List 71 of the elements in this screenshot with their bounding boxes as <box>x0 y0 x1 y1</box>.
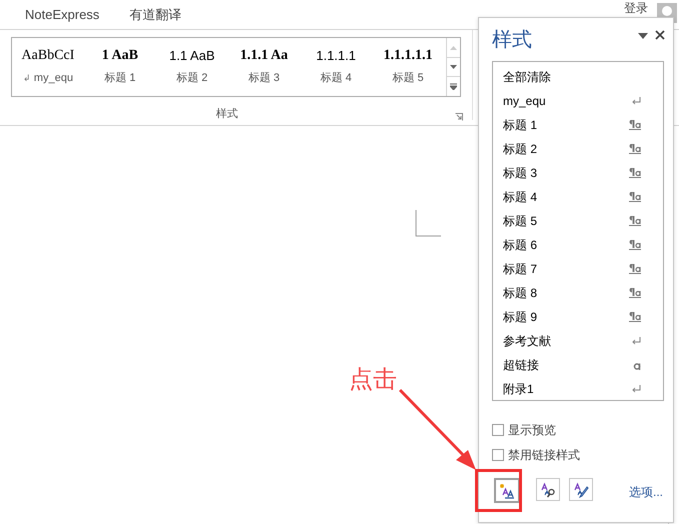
linked-style-icon <box>629 216 641 226</box>
style-list-item[interactable]: 参考文献 <box>503 332 551 350</box>
style-preview: 1 AaB <box>102 47 138 65</box>
style-label: 标题 4 <box>320 71 352 86</box>
dialog-launcher-icon[interactable] <box>455 113 463 121</box>
style-list-item[interactable]: 标题 9 <box>503 308 538 326</box>
linked-style-icon <box>629 120 641 130</box>
checkbox-label: 禁用链接样式 <box>508 447 580 464</box>
style-preview: 1.1 AaB <box>169 47 215 65</box>
inspector-icon <box>540 482 556 498</box>
paragraph-mark: ↲ <box>22 72 31 84</box>
style-list-item[interactable]: 超链接 <box>503 356 539 374</box>
down-arrow-icon <box>450 65 457 69</box>
options-link[interactable]: 选项... <box>629 483 664 501</box>
style-gallery-item[interactable]: 1 AaB 标题 1 <box>84 38 156 96</box>
style-list-item[interactable]: 标题 2 <box>503 140 538 158</box>
style-gallery-item[interactable]: 1.1.1.1 标题 4 <box>300 38 372 96</box>
checkbox[interactable] <box>492 424 504 436</box>
pane-title: 样式 <box>492 28 532 52</box>
style-list-item[interactable]: 标题 7 <box>503 260 538 278</box>
style-list-item[interactable]: 标题 5 <box>503 212 538 230</box>
style-gallery-item[interactable]: 1.1 AaB 标题 2 <box>156 38 228 96</box>
style-list-item[interactable]: 标题 1 <box>503 116 538 134</box>
style-gallery-item[interactable]: 1.1.1 Aa 标题 3 <box>228 38 300 96</box>
more-arrow-icon <box>450 83 457 90</box>
style-preview: 1.1.1.1.1 <box>384 47 432 65</box>
style-list-item[interactable]: 附录1 <box>503 380 534 398</box>
highlight-frame <box>475 469 522 512</box>
annotation-text: 点击 <box>349 366 397 395</box>
linked-style-icon <box>629 144 641 154</box>
style-gallery-item[interactable]: 1.1.1.1.1 标题 5 <box>372 38 444 96</box>
linked-style-icon <box>629 168 641 178</box>
style-list-item[interactable]: 标题 6 <box>503 236 538 254</box>
linked-style-icon <box>629 312 641 322</box>
linked-style-icon <box>629 240 641 250</box>
margin-corner-mark <box>415 210 441 237</box>
dropdown-icon[interactable] <box>638 33 648 39</box>
style-list-item[interactable]: my_equ <box>503 92 546 110</box>
inspector-button[interactable] <box>536 478 560 501</box>
ribbon-tab[interactable]: 有道翻译 <box>129 4 182 24</box>
manage-styles-icon <box>573 482 589 498</box>
linked-style-icon <box>629 192 641 202</box>
style-preview: 1.1.1 Aa <box>240 47 288 65</box>
sign-in-link[interactable]: 登录 <box>624 1 648 15</box>
style-label: my_equ <box>34 71 74 86</box>
style-list-item[interactable]: 标题 4 <box>503 188 538 206</box>
group-label: 样式 <box>216 107 238 122</box>
style-label: 标题 3 <box>248 71 280 86</box>
checkbox-label: 显示预览 <box>508 422 556 439</box>
style-gallery-item[interactable]: AaBbCcI ↲ my_equ <box>12 38 84 96</box>
new-style-icon <box>499 482 515 498</box>
paragraph-style-icon <box>631 97 641 105</box>
style-label: 标题 1 <box>104 71 136 86</box>
ribbon-tab[interactable]: NoteExpress <box>25 4 100 24</box>
close-icon[interactable] <box>655 30 665 40</box>
paragraph-style-icon <box>631 385 641 393</box>
style-preview: AaBbCcI <box>22 47 74 65</box>
style-label: 标题 5 <box>392 71 424 86</box>
new-style-button[interactable] <box>494 478 520 503</box>
style-list-item[interactable]: 标题 3 <box>503 164 538 182</box>
checkbox[interactable] <box>492 449 504 461</box>
manage-styles-button[interactable] <box>569 478 593 501</box>
linked-style-icon <box>629 288 641 298</box>
style-list-item[interactable]: 全部清除 <box>503 68 551 86</box>
character-style-icon <box>633 360 641 370</box>
style-preview: 1.1.1.1 <box>316 47 356 65</box>
style-list-item[interactable]: 标题 8 <box>503 284 538 302</box>
paragraph-style-icon <box>631 337 641 345</box>
up-arrow-icon <box>450 46 457 50</box>
style-label: 标题 2 <box>176 71 208 86</box>
linked-style-icon <box>629 264 641 274</box>
